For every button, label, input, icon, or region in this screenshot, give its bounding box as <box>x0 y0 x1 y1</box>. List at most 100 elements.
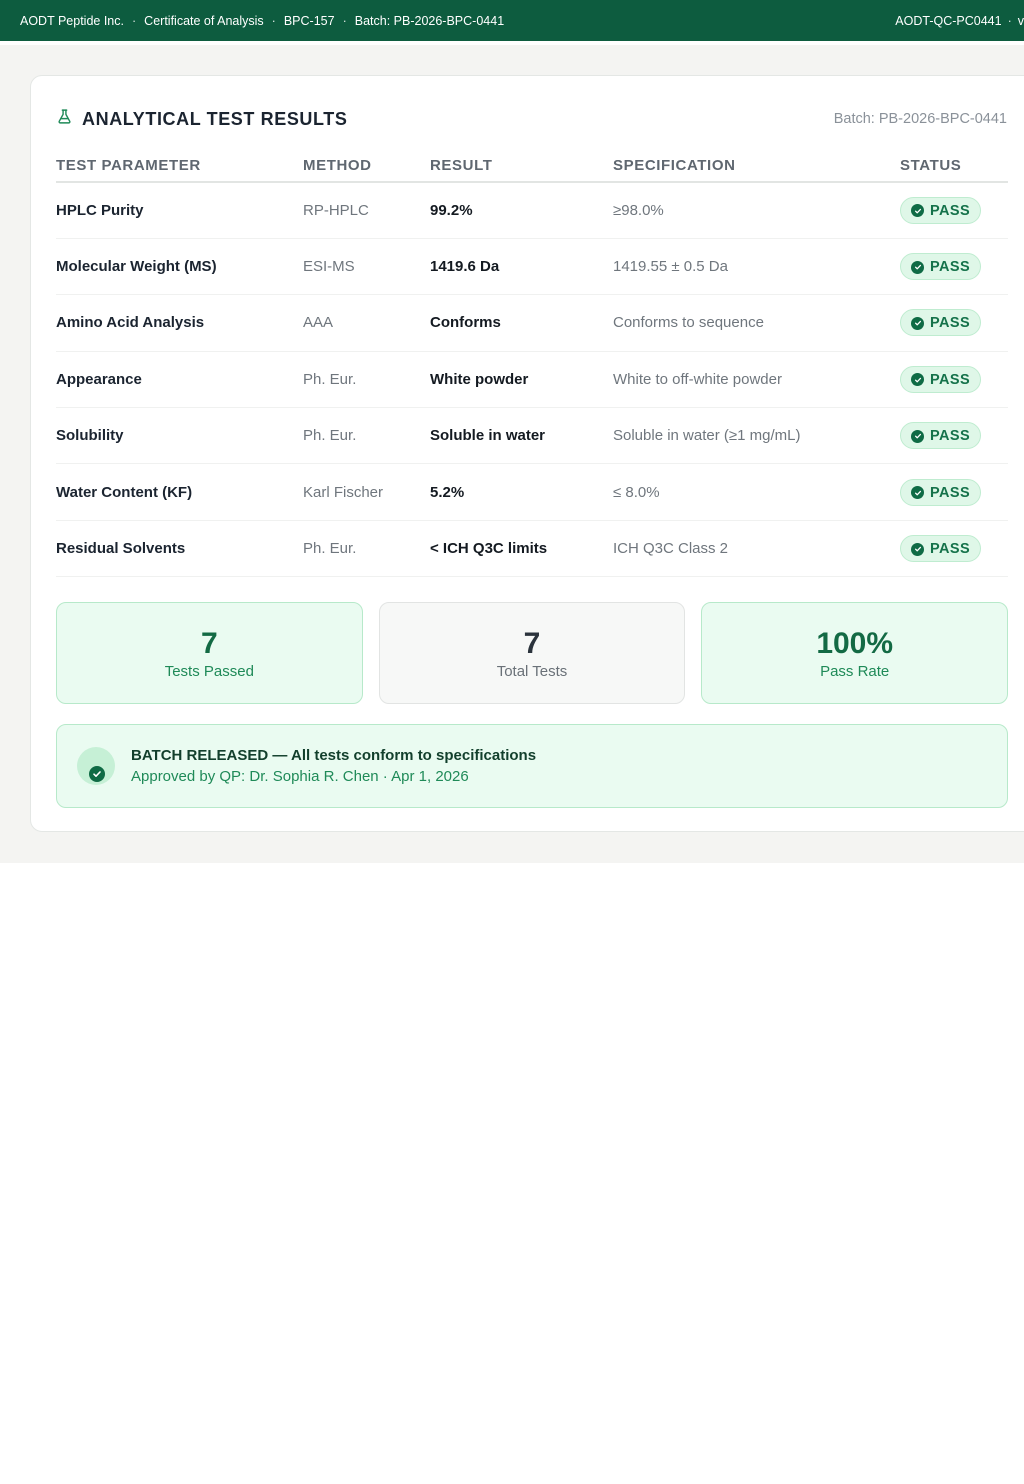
status-cell: PASS <box>900 294 1008 352</box>
column-header-specification: SPECIFICATION <box>613 150 900 183</box>
page-background: ANALYTICAL TEST RESULTS Batch: PB-2026-B… <box>0 45 1024 863</box>
pass-badge: PASS <box>900 196 982 224</box>
table-header-row: TEST PARAMETER METHOD RESULT SPECIFICATI… <box>56 150 1008 183</box>
test-method: ESI-MS <box>303 238 430 296</box>
table-row: HPLC Purity RP-HPLC 99.2% ≥98.0% PASS <box>56 182 1008 239</box>
status-cell: PASS <box>900 520 1008 578</box>
test-parameter: Molecular Weight (MS) <box>56 238 303 296</box>
batch-release-banner: BATCH RELEASED — All tests conform to sp… <box>56 724 1008 808</box>
top-bar: AODT Peptide Inc. · Certificate of Analy… <box>0 0 1024 41</box>
test-parameter: Residual Solvents <box>56 520 303 578</box>
status-text: PASS <box>930 315 971 332</box>
test-method: AAA <box>303 294 430 352</box>
breadcrumb-separator: · <box>342 13 347 28</box>
test-result: 1419.6 Da <box>430 238 613 296</box>
meta-separator: · <box>1007 13 1012 28</box>
release-text: BATCH RELEASED — All tests conform to sp… <box>131 747 536 785</box>
test-specification: 1419.55 ± 0.5 Da <box>613 238 900 296</box>
flask-icon <box>56 108 73 130</box>
pass-badge: PASS <box>900 365 982 393</box>
product-name: BPC-157 <box>283 13 335 28</box>
test-result: 99.2% <box>430 182 613 239</box>
test-specification: White to off-white powder <box>613 351 900 409</box>
check-circle-icon <box>911 316 924 330</box>
table-row: Amino Acid Analysis AAA Conforms Conform… <box>56 294 1008 352</box>
card-title: ANALYTICAL TEST RESULTS <box>56 108 347 130</box>
status-text: PASS <box>930 259 971 276</box>
table-row: Appearance Ph. Eur. White powder White t… <box>56 351 1008 409</box>
test-method: Ph. Eur. <box>303 407 430 465</box>
check-circle-icon <box>911 260 924 274</box>
test-specification: Conforms to sequence <box>613 294 900 352</box>
test-specification: ≤ 8.0% <box>613 463 900 521</box>
test-parameter: Amino Acid Analysis <box>56 294 303 352</box>
results-table: TEST PARAMETER METHOD RESULT SPECIFICATI… <box>56 150 1008 578</box>
column-header-result: RESULT <box>430 150 613 183</box>
card-header: ANALYTICAL TEST RESULTS Batch: PB-2026-B… <box>56 108 1007 130</box>
document-meta: AODT-QC-PC0441 · v <box>895 14 1024 28</box>
release-check-icon <box>77 747 115 785</box>
breadcrumb-separator: · <box>132 13 137 28</box>
status-cell: PASS <box>900 182 1008 239</box>
status-text: PASS <box>930 541 971 558</box>
status-cell: PASS <box>900 463 1008 521</box>
test-result: Conforms <box>430 294 613 352</box>
check-circle-icon <box>911 429 924 443</box>
tests-passed-label: Tests Passed <box>164 662 254 680</box>
status-cell: PASS <box>900 407 1008 465</box>
release-approval: Approved by QP: Dr. Sophia R. Chen · Apr… <box>131 768 469 785</box>
check-circle-icon <box>911 542 924 556</box>
total-tests-value: 7 <box>523 626 541 660</box>
status-cell: PASS <box>900 351 1008 409</box>
status-text: PASS <box>930 484 971 501</box>
status-cell: PASS <box>900 238 1008 296</box>
summary-stats: 7 Tests Passed 7 Total Tests 100% Pass R… <box>56 602 1009 704</box>
table-row: Solubility Ph. Eur. Soluble in water Sol… <box>56 407 1008 465</box>
test-method: RP-HPLC <box>303 182 430 239</box>
test-parameter: Solubility <box>56 407 303 465</box>
test-result: < ICH Q3C limits <box>430 520 613 578</box>
test-specification: ≥98.0% <box>613 182 900 239</box>
batch-number: Batch: PB-2026-BPC-0441 <box>354 13 505 28</box>
truncated-meta: v <box>1017 13 1024 28</box>
test-result: Soluble in water <box>430 407 613 465</box>
pass-rate-card: 100% Pass Rate <box>701 602 1009 704</box>
document-type: Certificate of Analysis <box>144 13 264 28</box>
tests-passed-value: 7 <box>200 626 218 660</box>
test-parameter: HPLC Purity <box>56 182 303 239</box>
column-header-parameter: TEST PARAMETER <box>56 150 303 183</box>
test-parameter: Appearance <box>56 351 303 409</box>
pass-badge: PASS <box>900 309 982 337</box>
test-result: White powder <box>430 351 613 409</box>
test-method: Karl Fischer <box>303 463 430 521</box>
pass-badge: PASS <box>900 422 982 450</box>
test-results-card: ANALYTICAL TEST RESULTS Batch: PB-2026-B… <box>30 75 1024 832</box>
pass-rate-label: Pass Rate <box>820 662 890 680</box>
test-specification: ICH Q3C Class 2 <box>613 520 900 578</box>
check-circle-icon <box>911 204 924 218</box>
document-id: AODT-QC-PC0441 <box>895 13 1002 28</box>
company-name: AODT Peptide Inc. <box>20 13 124 28</box>
pass-rate-value: 100% <box>816 626 894 660</box>
pass-badge: PASS <box>900 253 982 281</box>
column-header-status: STATUS <box>900 150 1008 183</box>
pass-badge: PASS <box>900 478 982 506</box>
column-header-method: METHOD <box>303 150 430 183</box>
status-text: PASS <box>930 428 971 445</box>
table-row: Molecular Weight (MS) ESI-MS 1419.6 Da 1… <box>56 238 1008 296</box>
card-title-text: ANALYTICAL TEST RESULTS <box>82 108 348 129</box>
test-result: 5.2% <box>430 463 613 521</box>
tests-passed-card: 7 Tests Passed <box>56 602 363 704</box>
table-row: Residual Solvents Ph. Eur. < ICH Q3C lim… <box>56 520 1008 578</box>
check-circle-icon <box>911 486 924 500</box>
pass-badge: PASS <box>900 535 982 563</box>
breadcrumb: AODT Peptide Inc. · Certificate of Analy… <box>20 14 504 28</box>
test-method: Ph. Eur. <box>303 351 430 409</box>
batch-reference: Batch: PB-2026-BPC-0441 <box>833 111 1007 127</box>
check-circle-icon <box>911 373 924 387</box>
total-tests-label: Total Tests <box>496 662 568 680</box>
status-text: PASS <box>930 202 971 219</box>
release-title: BATCH RELEASED — All tests conform to sp… <box>131 747 537 764</box>
test-method: Ph. Eur. <box>303 520 430 578</box>
total-tests-card: 7 Total Tests <box>378 602 686 704</box>
